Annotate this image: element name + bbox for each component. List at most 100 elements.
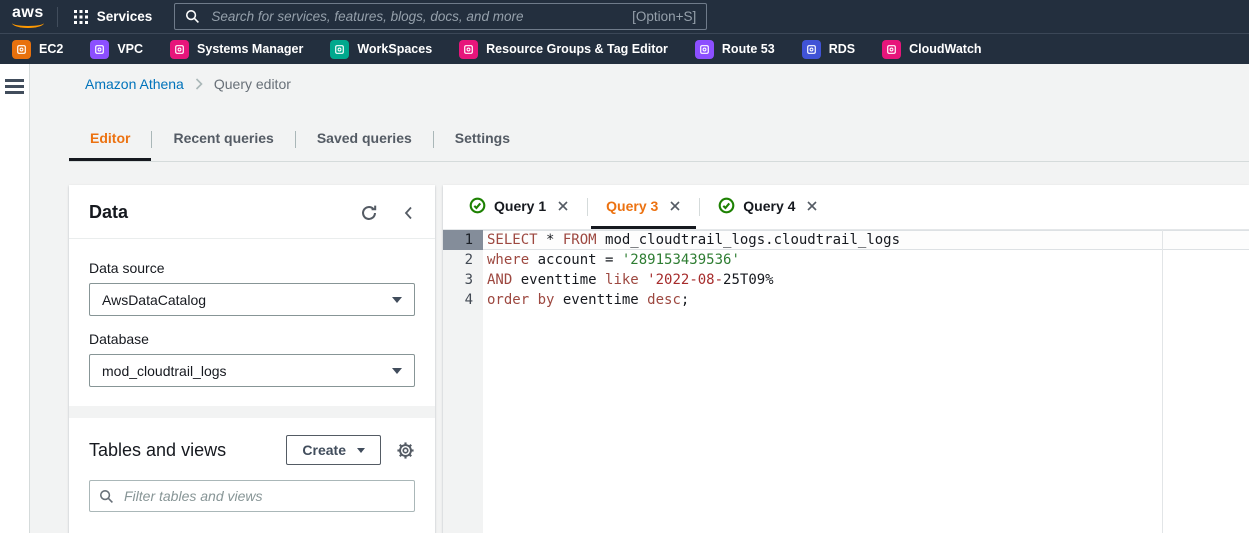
chevron-down-icon <box>392 367 402 374</box>
create-button[interactable]: Create <box>286 435 381 465</box>
grid-icon <box>73 9 88 24</box>
database-select[interactable]: mod_cloudtrail_logs <box>89 354 415 387</box>
refresh-icon[interactable] <box>360 204 378 222</box>
vpc-service-icon <box>90 39 110 59</box>
aws-smile-swoosh <box>12 22 44 28</box>
query-tab-label: Query 4 <box>743 197 796 214</box>
data-panel-body: Data source AwsDataCatalog Database mod_… <box>69 239 435 533</box>
tab-label: Editor <box>90 130 131 146</box>
create-button-label: Create <box>302 442 346 458</box>
top-navigation-bar: aws Services [Option+S] <box>0 0 1249 33</box>
services-label: Services <box>96 9 153 24</box>
aws-logo[interactable]: aws <box>12 5 44 28</box>
code-line: order by eventtime desc; <box>487 292 690 308</box>
close-tab-icon[interactable] <box>557 200 569 212</box>
tables-and-views-header: Tables and views Create <box>89 435 415 465</box>
breadcrumb-current: Query editor <box>213 76 291 92</box>
close-tab-icon[interactable] <box>806 200 818 212</box>
query-tab-query-4[interactable]: Query 4 <box>703 185 833 229</box>
query-editor-panel: Query 1 Query 3 Query 4 1 2 3 4 SELECT * FROM… <box>443 185 1249 533</box>
favorites-bar-item-route-53[interactable]: Route 53 <box>694 39 775 59</box>
data-panel-title: Data <box>89 202 129 222</box>
services-menu-button[interactable]: Services <box>58 0 169 33</box>
page-tabs: Editor Recent queries Saved queries Setting… <box>69 118 531 161</box>
favorites-bar-item-workspaces[interactable]: WorkSpaces <box>330 39 433 59</box>
gear-icon[interactable] <box>396 441 415 460</box>
print-margin-line <box>1162 230 1163 533</box>
favorites-bar-item-vpc[interactable]: VPC <box>90 39 144 59</box>
tab-saved-queries[interactable]: Saved queries <box>296 118 433 161</box>
aws-logo-text: aws <box>12 4 44 21</box>
search-icon <box>99 489 113 503</box>
data-panel-header: Data <box>69 185 435 239</box>
favorites-bar-item-label: CloudWatch <box>909 42 982 56</box>
tab-editor[interactable]: Editor <box>69 118 152 161</box>
chevron-down-icon <box>357 447 365 453</box>
favorites-bar-item-label: Systems Manager <box>197 42 304 56</box>
line-number: 1 <box>443 230 483 250</box>
code-lines: SELECT * FROM mod_cloudtrail_logs.cloudt… <box>483 230 1249 533</box>
search-icon <box>186 9 200 23</box>
data-panel: Data Data source AwsDataCatalog Database… <box>69 185 435 533</box>
query-tab-divider <box>699 198 701 216</box>
data-source-label: Data source <box>89 260 165 276</box>
favorites-bar-item-ec2[interactable]: EC2 <box>12 39 64 59</box>
favorites-bar: EC2 VPC Systems Manager WorkSpaces Resource … <box>0 33 1249 64</box>
breadcrumb: Amazon Athena Query editor <box>85 76 291 92</box>
check-circle-icon <box>718 197 735 214</box>
tabs-bottom-rule <box>69 161 1249 162</box>
global-search-box[interactable]: [Option+S] <box>174 3 708 30</box>
breadcrumb-link-athena[interactable]: Amazon Athena <box>85 76 184 92</box>
breadcrumb-chevron-icon <box>195 78 203 90</box>
tab-settings[interactable]: Settings <box>434 118 531 161</box>
hamburger-menu-icon[interactable] <box>5 79 24 94</box>
data-source-value: AwsDataCatalog <box>102 291 207 308</box>
collapsed-sidebar <box>0 64 30 533</box>
section-divider <box>69 406 435 418</box>
page-content: Amazon Athena Query editor Editor Recent … <box>31 64 1249 533</box>
close-tab-icon[interactable] <box>669 200 681 212</box>
tab-label: Saved queries <box>316 130 412 146</box>
code-line: AND eventtime like '2022-08-25T09% <box>487 272 774 288</box>
sql-code-editor[interactable]: 1 2 3 4 SELECT * FROM mod_cloudtrail_logs.c… <box>443 230 1249 533</box>
database-label: Database <box>89 331 149 347</box>
data-source-select[interactable]: AwsDataCatalog <box>89 283 415 316</box>
favorites-bar-item-label: WorkSpaces <box>357 42 433 56</box>
tab-label: Settings <box>454 130 510 146</box>
tab-label: Recent queries <box>173 130 274 146</box>
query-tab-label: Query 3 <box>606 197 659 214</box>
query-tab-query-1[interactable]: Query 1 <box>454 185 584 229</box>
favorites-bar-item-label: Route 53 <box>721 42 775 56</box>
favorites-bar-item-rds[interactable]: RDS <box>801 39 856 59</box>
ec2-service-icon <box>12 39 31 59</box>
tab-recent-queries[interactable]: Recent queries <box>152 118 294 161</box>
favorites-bar-item-label: Resource Groups & Tag Editor <box>486 42 668 56</box>
resource-groups-tag-editor-service-icon <box>459 39 479 59</box>
workspaces-service-icon <box>330 39 350 59</box>
search-shortcut-hint: [Option+S] <box>632 9 697 24</box>
favorites-bar-item-systems-manager[interactable]: Systems Manager <box>170 39 304 59</box>
query-tab-query-3[interactable]: Query 3 <box>591 185 697 229</box>
line-number-gutter: 1 2 3 4 <box>443 230 483 533</box>
check-circle-icon <box>469 197 486 214</box>
filter-tables-box[interactable] <box>89 480 415 512</box>
code-line: SELECT * FROM mod_cloudtrail_logs.cloudt… <box>487 232 901 248</box>
favorites-bar-item-cloudwatch[interactable]: CloudWatch <box>882 39 982 59</box>
code-line: where account = '289153439536' <box>487 252 740 268</box>
favorites-bar-item-label: RDS <box>828 42 856 56</box>
line-number: 3 <box>464 272 473 288</box>
systems-manager-service-icon <box>170 39 190 59</box>
filter-tables-input[interactable] <box>122 487 405 505</box>
collapse-panel-icon[interactable] <box>401 205 415 221</box>
tables-and-views-title: Tables and views <box>89 439 227 460</box>
chevron-down-icon <box>392 296 402 303</box>
query-tab-label: Query 1 <box>494 197 547 214</box>
line-number: 2 <box>464 252 473 268</box>
database-value: mod_cloudtrail_logs <box>102 362 227 379</box>
route-53-service-icon <box>694 39 714 59</box>
favorites-bar-item-label: VPC <box>117 42 144 56</box>
favorites-bar-item-resource-groups-tag-editor[interactable]: Resource Groups & Tag Editor <box>459 39 668 59</box>
favorites-bar-item-label: EC2 <box>39 42 64 56</box>
rds-service-icon <box>801 39 821 59</box>
search-input[interactable] <box>209 8 624 25</box>
